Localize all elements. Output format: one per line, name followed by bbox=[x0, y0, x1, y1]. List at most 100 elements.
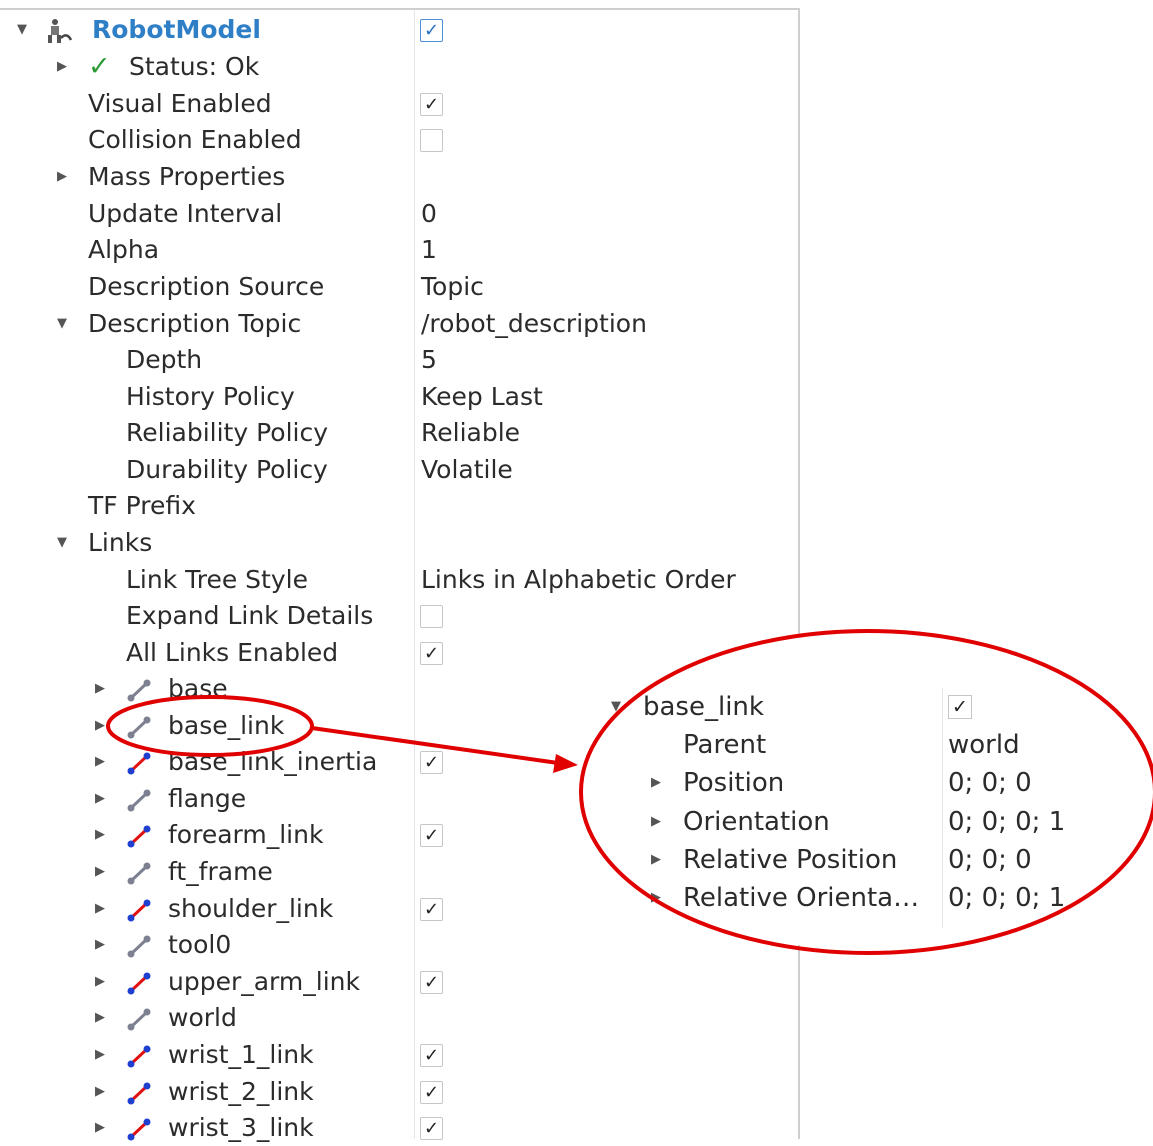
property-label: Durability Policy bbox=[126, 455, 328, 484]
link-icon bbox=[127, 862, 151, 885]
description-topic-row[interactable]: ▼ Description Topic /robot_description bbox=[0, 306, 798, 342]
collision-enabled-row[interactable]: Collision Enabled bbox=[0, 122, 798, 158]
expand-arrow-icon[interactable]: ▶ bbox=[92, 671, 108, 707]
link-row-world[interactable]: ▶ world bbox=[0, 1000, 798, 1036]
expand-arrow-icon[interactable]: ▶ bbox=[648, 764, 664, 802]
collapse-arrow-icon[interactable]: ▼ bbox=[14, 12, 30, 48]
link-enabled-checkbox[interactable]: ✓ bbox=[420, 1044, 443, 1067]
base-link-detail-zoom: ▼ base_link ✓ Parent world ▶ Position 0; 0; … bbox=[586, 632, 1153, 962]
expand-arrow-icon[interactable]: ▶ bbox=[54, 159, 70, 195]
detail-row-parent[interactable]: Parent world bbox=[586, 726, 1153, 764]
depth-row[interactable]: Depth 5 bbox=[0, 342, 798, 378]
property-label: Expand Link Details bbox=[126, 601, 374, 630]
reliability-policy-row[interactable]: Reliability Policy Reliable bbox=[0, 415, 798, 451]
expand-arrow-icon[interactable]: ▶ bbox=[648, 879, 664, 917]
robot-model-icon bbox=[48, 19, 73, 43]
property-value[interactable]: Keep Last bbox=[421, 379, 543, 415]
collapse-arrow-icon[interactable]: ▼ bbox=[608, 688, 624, 726]
link-row-wrist-2-link[interactable]: ▶ wrist_2_link ✓ bbox=[0, 1074, 798, 1110]
property-value[interactable]: /robot_description bbox=[421, 306, 647, 342]
alpha-row[interactable]: Alpha 1 bbox=[0, 232, 798, 268]
link-enabled-checkbox[interactable]: ✓ bbox=[420, 897, 443, 921]
link-enabled-checkbox[interactable]: ✓ bbox=[420, 1080, 443, 1104]
link-enabled-checkbox[interactable]: ✓ bbox=[420, 1117, 443, 1141]
panel-right-border bbox=[798, 8, 800, 1139]
expand-arrow-icon[interactable]: ▶ bbox=[92, 1000, 108, 1036]
link-enabled-checkbox[interactable]: ✓ bbox=[420, 824, 443, 848]
expand-link-details-checkbox[interactable] bbox=[420, 605, 443, 628]
link-icon bbox=[127, 1008, 151, 1031]
collapse-arrow-icon[interactable]: ▼ bbox=[54, 306, 70, 342]
link-row-wrist-1-link[interactable]: ▶ wrist_1_link ✓ bbox=[0, 1037, 798, 1073]
detail-value[interactable]: 0; 0; 0 bbox=[948, 764, 1032, 802]
detail-enabled-checkbox[interactable]: ✓ bbox=[948, 695, 972, 719]
property-value[interactable]: Reliable bbox=[421, 415, 520, 451]
expand-arrow-icon[interactable]: ▶ bbox=[92, 744, 108, 780]
expand-arrow-icon[interactable]: ▶ bbox=[92, 854, 108, 890]
update-interval-row[interactable]: Update Interval 0 bbox=[0, 196, 798, 232]
expand-arrow-icon[interactable]: ▶ bbox=[92, 891, 108, 927]
property-label: Reliability Policy bbox=[126, 418, 329, 447]
detail-label: Parent bbox=[683, 730, 767, 760]
expand-arrow-icon[interactable]: ▶ bbox=[648, 803, 664, 841]
detail-column-divider bbox=[942, 688, 943, 928]
links-group-row[interactable]: ▼ Links bbox=[0, 525, 798, 561]
robotmodel-checkbox[interactable]: ✓ bbox=[420, 19, 443, 42]
detail-value[interactable]: 0; 0; 0; 1 bbox=[948, 879, 1065, 917]
status-row[interactable]: ▶ ✓ Status: Ok bbox=[0, 49, 798, 85]
detail-title-row[interactable]: ▼ base_link ✓ bbox=[586, 688, 1153, 726]
collision-enabled-checkbox[interactable] bbox=[420, 129, 443, 152]
link-name: wrist_3_link bbox=[168, 1113, 314, 1143]
property-label: Collision Enabled bbox=[88, 125, 302, 154]
detail-row-relative-orienta[interactable]: ▶ Relative Orienta… 0; 0; 0; 1 bbox=[586, 879, 1153, 917]
durability-policy-row[interactable]: Durability Policy Volatile bbox=[0, 452, 798, 488]
link-name: base_link bbox=[168, 710, 285, 740]
link-icon bbox=[127, 716, 151, 739]
detail-value[interactable]: world bbox=[948, 726, 1020, 764]
property-value[interactable]: 5 bbox=[421, 342, 437, 378]
tf-prefix-row[interactable]: TF Prefix bbox=[0, 488, 798, 524]
detail-row-relative-position[interactable]: ▶ Relative Position 0; 0; 0 bbox=[586, 841, 1153, 879]
link-enabled-checkbox[interactable]: ✓ bbox=[420, 751, 443, 775]
detail-value[interactable]: 0; 0; 0; 1 bbox=[948, 803, 1065, 841]
expand-arrow-icon[interactable]: ▶ bbox=[92, 781, 108, 817]
property-value[interactable]: 1 bbox=[421, 232, 437, 268]
link-name: base_link_inertia bbox=[168, 747, 378, 777]
expand-arrow-icon[interactable]: ▶ bbox=[92, 1037, 108, 1073]
link-icon bbox=[127, 1045, 151, 1068]
expand-arrow-icon[interactable]: ▶ bbox=[92, 817, 108, 853]
link-enabled-checkbox[interactable]: ✓ bbox=[420, 970, 443, 994]
expand-arrow-icon[interactable]: ▶ bbox=[648, 841, 664, 879]
property-value[interactable]: Links in Alphabetic Order bbox=[421, 562, 736, 598]
expand-arrow-icon[interactable]: ▶ bbox=[92, 964, 108, 1000]
detail-title: base_link bbox=[643, 692, 764, 722]
robotmodel-row[interactable]: ▼ RobotModel ✓ bbox=[0, 12, 798, 48]
history-policy-row[interactable]: History Policy Keep Last bbox=[0, 379, 798, 415]
property-value[interactable]: Volatile bbox=[421, 452, 513, 488]
expand-arrow-icon[interactable]: ▶ bbox=[92, 708, 108, 744]
property-value[interactable]: Topic bbox=[421, 269, 484, 305]
detail-row-orientation[interactable]: ▶ Orientation 0; 0; 0; 1 bbox=[586, 803, 1153, 841]
property-label: Alpha bbox=[88, 235, 160, 264]
mass-properties-row[interactable]: ▶ Mass Properties bbox=[0, 159, 798, 195]
expand-arrow-icon[interactable]: ▶ bbox=[92, 1110, 108, 1146]
visual-enabled-row[interactable]: Visual Enabled ✓ bbox=[0, 86, 798, 122]
link-name: upper_arm_link bbox=[168, 966, 360, 996]
expand-arrow-icon[interactable]: ▶ bbox=[54, 49, 70, 85]
detail-row-position[interactable]: ▶ Position 0; 0; 0 bbox=[586, 764, 1153, 802]
description-source-row[interactable]: Description Source Topic bbox=[0, 269, 798, 305]
link-icon bbox=[127, 752, 151, 775]
expand-link-details-row[interactable]: Expand Link Details bbox=[0, 598, 798, 634]
link-row-upper-arm-link[interactable]: ▶ upper_arm_link ✓ bbox=[0, 964, 798, 1000]
visual-enabled-checkbox[interactable]: ✓ bbox=[420, 93, 443, 116]
collapse-arrow-icon[interactable]: ▼ bbox=[54, 525, 70, 561]
expand-arrow-icon[interactable]: ▶ bbox=[92, 927, 108, 963]
property-value[interactable]: 0 bbox=[421, 196, 437, 232]
expand-arrow-icon[interactable]: ▶ bbox=[92, 1074, 108, 1110]
link-row-wrist-3-link[interactable]: ▶ wrist_3_link ✓ bbox=[0, 1110, 798, 1146]
property-label: Update Interval bbox=[88, 199, 283, 228]
all-links-enabled-checkbox[interactable]: ✓ bbox=[420, 642, 443, 665]
link-tree-style-row[interactable]: Link Tree Style Links in Alphabetic Orde… bbox=[0, 562, 798, 598]
link-icon bbox=[127, 789, 151, 812]
detail-value[interactable]: 0; 0; 0 bbox=[948, 841, 1032, 879]
